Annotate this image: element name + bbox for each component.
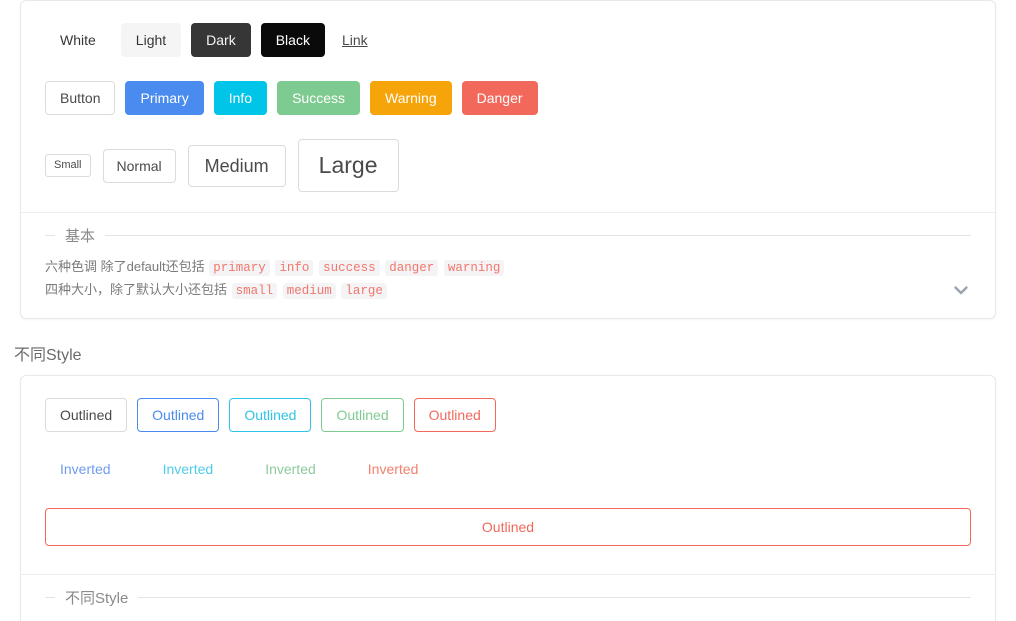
button-color-success-3[interactable]: Success: [277, 81, 360, 115]
button-color-button-0[interactable]: Button: [45, 81, 116, 115]
legend-dash-left: [45, 235, 55, 236]
button-size-small-0[interactable]: Small: [45, 154, 91, 177]
button-color-warning-4[interactable]: Warning: [370, 81, 452, 115]
legend-basic-text: 基本: [65, 228, 96, 245]
card-basic: White Light Dark Black Link Button Primary Inf…: [20, 0, 996, 319]
button-outlined-outlined-3[interactable]: Outlined: [321, 398, 404, 432]
button-color-info-2[interactable]: Info: [213, 81, 268, 115]
button-inverted-inverted-2[interactable]: Inverted: [250, 452, 331, 486]
button-row-colors: Button Primary Info Success Warning Danger: [45, 81, 971, 115]
code-danger: danger: [385, 260, 439, 276]
card-basic-footer: 基本 六种色调 除了default还包括 primary info succes…: [21, 212, 995, 318]
button-row-tones: White Light Dark Black Link: [45, 23, 971, 57]
code-large: large: [341, 283, 387, 299]
desc-basic-line-2-codes: small medium large: [227, 282, 388, 299]
card-style-footer: 不同Style 通过设置 is-outlined 显示边框 Inverted，文…: [21, 574, 995, 621]
desc-basic-line-1-codes: primary info success danger warning: [205, 259, 506, 276]
legend-style: 不同Style: [45, 587, 971, 608]
button-outlined-outlined-0[interactable]: Outlined: [45, 398, 128, 432]
legend-rule: [138, 597, 971, 598]
legend-rule: [105, 235, 971, 236]
legend-basic: 基本: [45, 225, 971, 246]
button-outlined-outlined-2[interactable]: Outlined: [229, 398, 312, 432]
code-primary: primary: [209, 260, 270, 276]
button-outlined-outlined-1[interactable]: Outlined: [137, 398, 220, 432]
card-basic-body: White Light Dark Black Link Button Primary Inf…: [21, 1, 995, 212]
button-tone-white-0[interactable]: White: [45, 23, 111, 57]
button-row-sizes: Small Normal Medium Large: [45, 139, 971, 192]
section-title-style: 不同Style: [14, 347, 82, 364]
code-medium: medium: [282, 283, 336, 299]
card-style-body: Outlined Outlined Outlined Outlined Outlined…: [21, 376, 995, 574]
button-tone-black-3[interactable]: Black: [260, 23, 325, 57]
desc-basic-line-1: 六种色调 除了default还包括 primary info success d…: [45, 256, 971, 279]
desc-basic-line-2: 四种大小，除了默认大小还包括 small medium large: [45, 279, 971, 302]
page-root: White Light Dark Black Link Button Primary Inf…: [0, 0, 1016, 621]
button-size-medium-2[interactable]: Medium: [187, 144, 286, 187]
code-warning: warning: [443, 260, 505, 276]
button-tone-link-4[interactable]: Link: [335, 23, 375, 57]
desc-basic-line-1-text: 六种色调 除了default还包括: [45, 259, 205, 274]
button-row-inverted: Inverted Inverted Inverted Inverted: [45, 452, 971, 486]
button-tone-light-1[interactable]: Light: [120, 23, 182, 57]
button-outlined-outlined-4[interactable]: Outlined: [413, 398, 496, 432]
code-success: success: [319, 260, 380, 276]
button-inverted-inverted-0[interactable]: Inverted: [45, 452, 126, 486]
button-size-large-3[interactable]: Large: [297, 139, 399, 192]
button-inverted-inverted-3[interactable]: Inverted: [352, 452, 434, 486]
button-color-danger-5[interactable]: Danger: [461, 81, 538, 115]
button-row-outlined: Outlined Outlined Outlined Outlined Outlined: [45, 398, 971, 432]
chevron-down-icon[interactable]: [951, 280, 971, 300]
card-style: Outlined Outlined Outlined Outlined Outlined…: [20, 375, 996, 621]
button-color-primary-1[interactable]: Primary: [125, 81, 204, 115]
button-outlined-fullwidth[interactable]: Outlined: [45, 508, 971, 546]
button-inverted-inverted-1[interactable]: Inverted: [147, 452, 229, 486]
code-info: info: [275, 260, 314, 276]
code-small: small: [231, 283, 278, 299]
desc-basic-line-2-text: 四种大小，除了默认大小还包括: [45, 282, 228, 297]
button-tone-dark-2[interactable]: Dark: [191, 23, 251, 57]
legend-style-text: 不同Style: [65, 590, 129, 607]
button-row-fullwidth: Outlined: [45, 508, 971, 546]
button-size-normal-1[interactable]: Normal: [102, 148, 176, 183]
legend-dash-left: [45, 597, 55, 598]
